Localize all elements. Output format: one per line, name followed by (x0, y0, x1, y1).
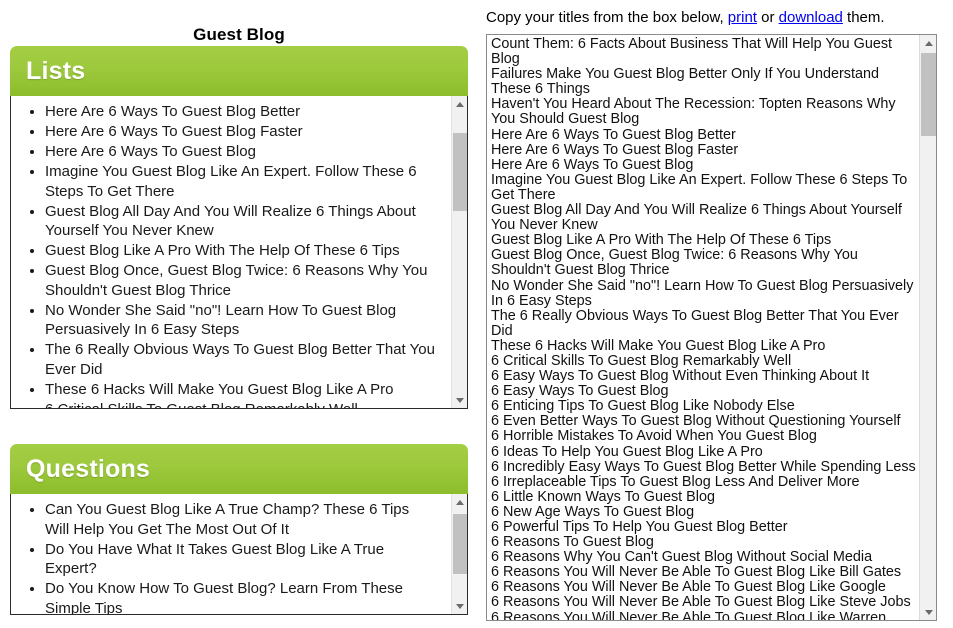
list-item[interactable]: Do You Have What It Takes Guest Blog Lik… (45, 540, 437, 579)
list-item[interactable]: These 6 Hacks Will Make You Guest Blog L… (45, 380, 437, 400)
scroll-up-arrow-icon[interactable] (452, 494, 467, 510)
panel-spacer (0, 409, 478, 444)
panel-questions-header: Questions (10, 444, 468, 494)
panel-questions: Questions Can You Guest Blog Like A True… (10, 444, 468, 615)
list-item[interactable]: Guest Blog All Day And You Will Realize … (45, 202, 437, 241)
scroll-up-arrow-icon[interactable] (920, 35, 936, 51)
questions-scrollbar[interactable] (451, 494, 467, 614)
list-item[interactable]: 6 Critical Skills To Guest Blog Remarkab… (45, 400, 437, 409)
page-root: Guest Blog Lists Here Are 6 Ways To Gues… (0, 0, 953, 628)
questions-scrollbar-thumb[interactable] (453, 514, 467, 574)
copy-instruction-before: Copy your titles from the box below, (486, 9, 728, 26)
panel-lists-title: Lists (26, 57, 86, 85)
lists-scrollbar-thumb[interactable] (453, 133, 467, 211)
print-link[interactable]: print (728, 9, 757, 26)
panel-lists-header: Lists (10, 46, 468, 96)
right-column: Copy your titles from the box below, pri… (486, 0, 953, 628)
page-title: Guest Blog (193, 25, 285, 44)
list-item[interactable]: No Wonder She Said "no"! Learn How To Gu… (45, 301, 437, 340)
list-item[interactable]: Guest Blog Like A Pro With The Help Of T… (45, 241, 437, 261)
download-link[interactable]: download (779, 9, 843, 26)
lists-item-list: Here Are 6 Ways To Guest Blog Better Her… (11, 96, 467, 409)
list-item[interactable]: Here Are 6 Ways To Guest Blog Better (45, 102, 437, 122)
titles-textarea[interactable]: Count Them: 6 Facts About Business That … (486, 34, 937, 621)
list-item[interactable]: Here Are 6 Ways To Guest Blog (45, 142, 437, 162)
titles-textarea-content[interactable]: Count Them: 6 Facts About Business That … (487, 35, 920, 620)
list-item[interactable]: The 6 Really Obvious Ways To Guest Blog … (45, 340, 437, 379)
panel-questions-title: Questions (26, 455, 151, 483)
scroll-down-arrow-icon[interactable] (452, 392, 467, 408)
titles-scrollbar[interactable] (919, 35, 936, 620)
questions-item-list: Can You Guest Blog Like A True Champ? Th… (11, 494, 467, 614)
copy-instruction: Copy your titles from the box below, pri… (486, 0, 953, 34)
titles-scrollbar-thumb[interactable] (921, 53, 936, 136)
list-item[interactable]: Can You Guest Blog Like A True Champ? Th… (45, 500, 437, 539)
left-column: Guest Blog Lists Here Are 6 Ways To Gues… (0, 0, 478, 628)
list-item[interactable]: Guest Blog Once, Guest Blog Twice: 6 Rea… (45, 261, 437, 300)
scroll-up-arrow-icon[interactable] (452, 96, 467, 112)
list-item[interactable]: Do You Know How To Guest Blog? Learn Fro… (45, 579, 437, 614)
panel-lists-body: Here Are 6 Ways To Guest Blog Better Her… (10, 96, 468, 409)
list-item[interactable]: Imagine You Guest Blog Like An Expert. F… (45, 162, 437, 201)
panel-questions-body: Can You Guest Blog Like A True Champ? Th… (10, 494, 468, 615)
panel-lists: Lists Here Are 6 Ways To Guest Blog Bett… (10, 46, 468, 409)
list-item[interactable]: Here Are 6 Ways To Guest Blog Faster (45, 122, 437, 142)
copy-instruction-after: them. (842, 9, 885, 26)
scroll-down-arrow-icon[interactable] (452, 598, 467, 614)
lists-scrollbar[interactable] (451, 96, 467, 408)
scroll-down-arrow-icon[interactable] (920, 604, 936, 620)
copy-instruction-middle: or (756, 9, 779, 26)
